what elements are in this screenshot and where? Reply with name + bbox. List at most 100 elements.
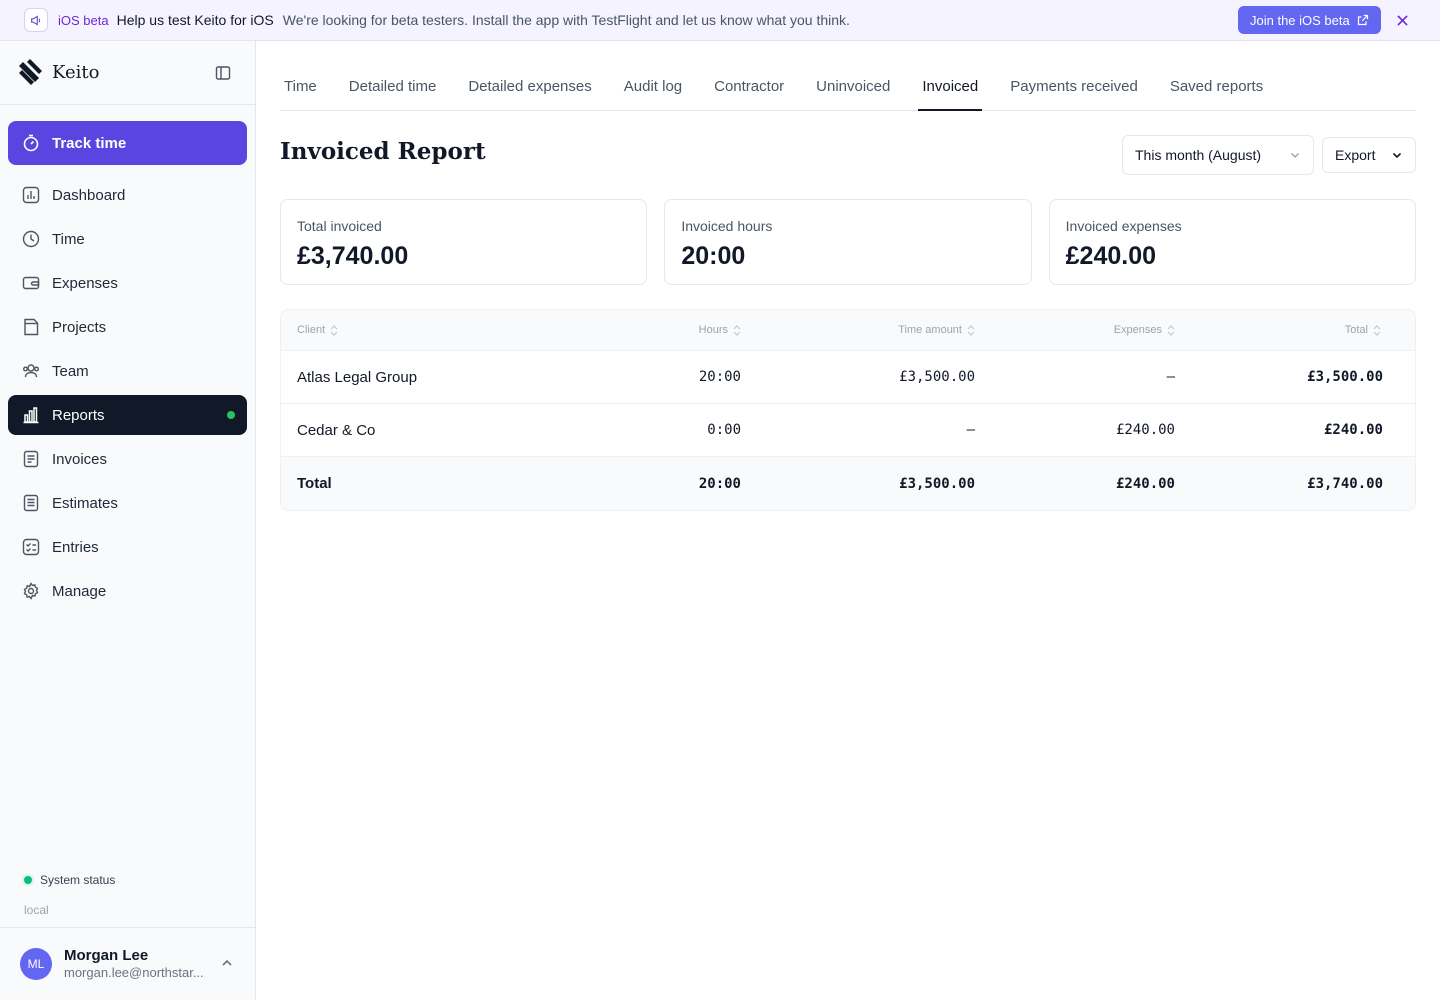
invoice-icon [22, 450, 40, 468]
footer-expenses: £240.00 [1115, 475, 1175, 492]
sidebar-item-label: Projects [52, 318, 107, 336]
sidebar-toggle-icon[interactable] [212, 62, 234, 84]
sort-icon [967, 324, 975, 336]
invoiced-hours-card: Invoiced hours 20:00 [664, 199, 1032, 285]
sidebar-item-label: Manage [52, 582, 107, 600]
table-header: Client Hours Time amount Expenses Total [281, 310, 1415, 351]
chart-icon [22, 186, 40, 204]
join-beta-button[interactable]: Join the iOS beta [1238, 6, 1381, 34]
export-button[interactable]: Export [1322, 137, 1416, 173]
tab-uninvoiced[interactable]: Uninvoiced [812, 64, 894, 110]
cell-hours: 20:00 [698, 369, 741, 385]
page-title: Invoiced Report [280, 138, 486, 165]
column-header-label: Client [297, 324, 326, 336]
sort-icon [733, 324, 741, 336]
cell-hours: 0:00 [707, 422, 741, 438]
sidebar-divider [0, 104, 255, 105]
tab-contractor[interactable]: Contractor [710, 64, 788, 110]
table-footer-row: Total 20:00 £3,500.00 £240.00 £3,740.00 [281, 457, 1415, 510]
environment-label: local [24, 903, 49, 917]
sidebar-item-label: Entries [52, 538, 99, 556]
sidebar-item-team[interactable]: Team [8, 351, 247, 391]
column-header-label: Total [1344, 324, 1368, 336]
table-row[interactable]: Atlas Legal Group 20:00 £3,500.00 — £3,5… [281, 351, 1415, 404]
sidebar-item-dashboard[interactable]: Dashboard [8, 175, 247, 215]
report-tabs: Time Detailed time Detailed expenses Aud… [280, 64, 1416, 111]
sidebar-item-projects[interactable]: Projects [8, 307, 247, 347]
folder-icon [22, 318, 40, 336]
brand[interactable]: Keito [16, 57, 99, 87]
sidebar-nav: Dashboard Time Expenses Projects Team Re… [8, 175, 247, 615]
card-label: Total invoiced [297, 218, 382, 234]
invoiced-table: Client Hours Time amount Expenses Total … [280, 309, 1416, 511]
cell-expenses: £240.00 [1115, 422, 1175, 438]
card-label: Invoiced hours [681, 218, 773, 234]
sidebar-item-manage[interactable]: Manage [8, 571, 247, 611]
chevron-down-icon [1289, 149, 1301, 161]
avatar: ML [20, 948, 52, 980]
sidebar-item-invoices[interactable]: Invoices [8, 439, 247, 479]
cell-client[interactable]: Atlas Legal Group [281, 369, 657, 386]
chevron-up-icon[interactable] [220, 956, 234, 970]
column-header-label: Time amount [898, 324, 962, 336]
table-row[interactable]: Cedar & Co 0:00 — £240.00 £240.00 [281, 404, 1415, 457]
user-menu[interactable]: ML Morgan Lee morgan.lee@northstar... [20, 947, 240, 981]
export-label: Export [1335, 147, 1376, 163]
banner-text: We're looking for beta testers. Install … [282, 12, 850, 28]
column-header-hours[interactable]: Hours [657, 324, 741, 336]
invoiced-expenses-card: Invoiced expenses £240.00 [1048, 199, 1416, 285]
sidebar-item-label: Estimates [52, 494, 118, 512]
sidebar-item-reports[interactable]: Reports [8, 395, 247, 435]
sidebar-item-label: Invoices [52, 450, 108, 468]
sidebar-item-label: Expenses [52, 274, 118, 292]
footer-label: Total [297, 475, 332, 492]
wallet-icon [22, 274, 40, 292]
stopwatch-icon [22, 134, 40, 152]
tab-time[interactable]: Time [280, 64, 321, 110]
chevron-down-icon [1391, 149, 1403, 161]
cell-time-amount: — [966, 422, 975, 438]
column-header-client[interactable]: Client [297, 324, 657, 336]
sort-icon [1167, 324, 1175, 336]
gear-icon [22, 582, 40, 600]
cell-client[interactable]: Cedar & Co [281, 422, 657, 439]
sidebar-item-time[interactable]: Time [8, 219, 247, 259]
column-header-label: Expenses [1113, 324, 1162, 336]
tab-payments-received[interactable]: Payments received [1006, 64, 1142, 110]
bar-chart-icon [22, 406, 40, 424]
column-header-total[interactable]: Total [1175, 324, 1381, 336]
column-header-time-amount[interactable]: Time amount [741, 324, 975, 336]
sort-icon [1373, 324, 1381, 336]
beta-banner: iOS beta Help us test Keito for iOS We'r… [0, 0, 1440, 41]
tab-saved-reports[interactable]: Saved reports [1166, 64, 1267, 110]
checklist-icon [22, 538, 40, 556]
system-status[interactable]: System status [24, 873, 115, 887]
tab-invoiced[interactable]: Invoiced [918, 64, 983, 111]
footer-hours: 20:00 [698, 475, 741, 492]
users-icon [22, 362, 40, 380]
period-select[interactable]: This month (August) [1122, 135, 1314, 175]
track-time-label: Track time [52, 134, 127, 152]
column-header-expenses[interactable]: Expenses [975, 324, 1175, 336]
sidebar-item-entries[interactable]: Entries [8, 527, 247, 567]
footer-time-amount: £3,500.00 [899, 475, 975, 492]
sidebar-item-estimates[interactable]: Estimates [8, 483, 247, 523]
column-header-label: Hours [698, 324, 728, 336]
clock-icon [22, 230, 40, 248]
keito-logo-icon [16, 59, 42, 85]
tab-detailed-expenses[interactable]: Detailed expenses [464, 64, 595, 110]
megaphone-icon [24, 8, 48, 32]
cell-total: £240.00 [1323, 422, 1383, 438]
sidebar-item-label: Time [52, 230, 85, 248]
sidebar-item-label: Team [52, 362, 89, 380]
sidebar-item-expenses[interactable]: Expenses [8, 263, 247, 303]
close-banner-icon[interactable] [1394, 12, 1410, 28]
total-invoiced-card: Total invoiced £3,740.00 [280, 199, 648, 285]
track-time-button[interactable]: Track time [8, 121, 247, 165]
summary-cards: Total invoiced £3,740.00 Invoiced hours … [280, 199, 1416, 285]
card-value: £240.00 [1065, 242, 1157, 270]
tab-audit-log[interactable]: Audit log [620, 64, 686, 110]
tab-detailed-time[interactable]: Detailed time [345, 64, 441, 110]
list-icon [22, 494, 40, 512]
status-dot [24, 876, 32, 884]
